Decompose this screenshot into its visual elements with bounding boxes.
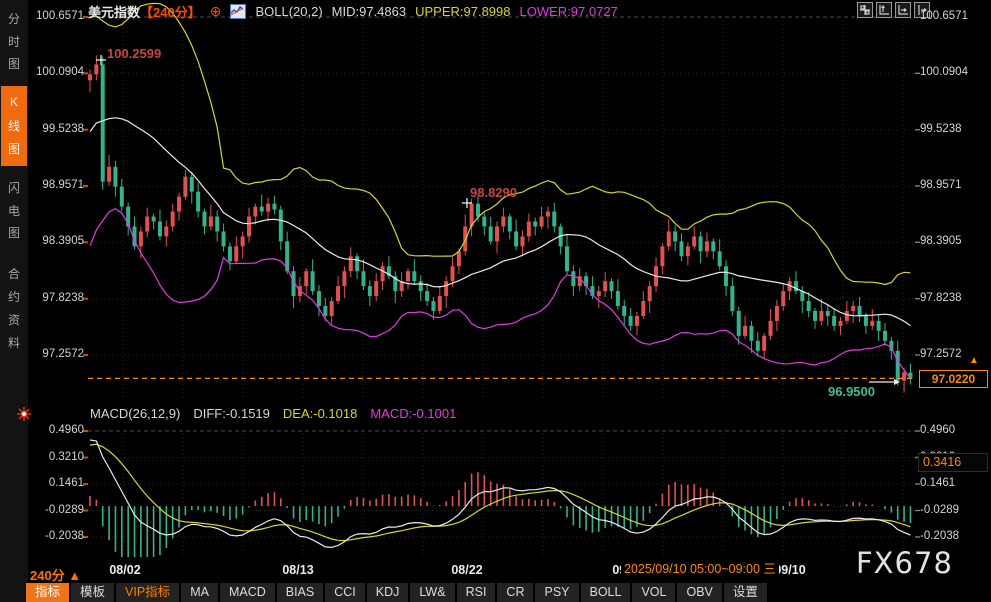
- zoom-x-axis-icon[interactable]: [895, 2, 911, 18]
- macd-tick-label: -0.2038: [26, 530, 84, 542]
- sidebar-tab-1[interactable]: 分时图: [1, 4, 27, 80]
- macd-tick-label: -0.0289: [26, 504, 84, 516]
- price-tick-label: 99.5238: [920, 123, 990, 135]
- toolbar-item-OBV[interactable]: OBV: [677, 583, 721, 602]
- symbol-name: 美元指数【240分】: [88, 2, 201, 21]
- sidebar-tab-char: 合: [8, 268, 20, 281]
- sidebar-tab-4[interactable]: 合约资料: [1, 258, 27, 360]
- toolbar-item-BOLL[interactable]: BOLL: [581, 583, 631, 602]
- toolbar-item-BIAS[interactable]: BIAS: [277, 583, 324, 602]
- macd-name: MACD(26,12,9): [90, 406, 180, 421]
- add-compare-icon[interactable]: ⊕: [210, 4, 222, 18]
- toolbar-item-CCI[interactable]: CCI: [325, 583, 365, 602]
- boll-mid-value: MID:97.4863: [332, 4, 406, 19]
- chart-canvas: [0, 0, 991, 602]
- macd-tick-label: 0.4960: [920, 424, 990, 436]
- sidebar-tab-char: 资: [8, 314, 20, 327]
- sidebar-tab-char: 闪: [8, 182, 20, 195]
- sidebar-tab-char: 图: [8, 58, 20, 71]
- price-tick-label: 97.2572: [920, 348, 990, 360]
- bottom-toolbar: 指标模板VIP指标MAMACDBIASCCIKDJLW&RSICRPSYBOLL…: [26, 583, 767, 602]
- toolbar-item-模板[interactable]: 模板: [71, 583, 114, 602]
- sidebar-tab-char: 分: [8, 13, 20, 26]
- toolbar-item-指标[interactable]: 指标: [26, 583, 69, 602]
- period-label: 【240分】: [140, 5, 201, 20]
- price-tick-label: 97.8238: [26, 292, 84, 304]
- price-tick-label: 100.6571: [26, 10, 84, 22]
- macd-cursor-value-box: 0.3416: [918, 453, 988, 472]
- toolbar-item-KDJ[interactable]: KDJ: [367, 583, 409, 602]
- watermark: FX678: [856, 546, 953, 580]
- sidebar-tab-2[interactable]: K线图: [1, 86, 27, 166]
- toolbar-item-RSI[interactable]: RSI: [457, 583, 496, 602]
- price-tick-label: 99.5238: [26, 123, 84, 135]
- zoom-y-axis-icon[interactable]: [876, 2, 892, 18]
- sidebar-tab-char: 时: [8, 36, 20, 49]
- date-label: 08/22: [427, 563, 507, 577]
- period-selector[interactable]: 240分 ▲: [30, 565, 81, 584]
- move-crosshair-icon[interactable]: [857, 2, 873, 18]
- toolbar-item-MA[interactable]: MA: [181, 583, 218, 602]
- price-tick-label: 100.6571: [920, 10, 990, 22]
- toolbar-item-设置[interactable]: 设置: [724, 583, 767, 602]
- sidebar-tab-char: 图: [8, 143, 20, 156]
- macd-diff-value: DIFF:-0.1519: [193, 406, 270, 421]
- indicator-settings-icon[interactable]: [17, 407, 31, 421]
- chart-header: 美元指数【240分】 ⊕ BOLL(20,2) MID:97.4863 UPPE…: [88, 3, 618, 19]
- price-tick-label: 98.9571: [26, 179, 84, 191]
- boll-indicator-label: BOLL(20,2): [255, 4, 322, 19]
- boll-lower-value: LOWER:97.0727: [520, 4, 618, 19]
- date-label: 08/02: [85, 563, 165, 577]
- price-tick-label: 98.3905: [26, 235, 84, 247]
- mini-chart-icon[interactable]: [230, 4, 246, 19]
- price-tick-label: 100.0904: [920, 66, 990, 78]
- swing-high-annotation: 100.2599: [107, 46, 161, 61]
- macd-tick-label: 0.4960: [26, 424, 84, 436]
- last-price-arrow-icon: ▲: [969, 355, 979, 366]
- price-tick-label: 100.0904: [26, 66, 84, 78]
- last-price-box: 97.0220: [919, 370, 988, 388]
- date-label: 08/13: [258, 563, 338, 577]
- toolbar-item-VIP指标[interactable]: VIP指标: [116, 583, 179, 602]
- sidebar-tab-3[interactable]: 闪电图: [1, 172, 27, 250]
- macd-tick-label: 0.1461: [26, 477, 84, 489]
- macd-header: MACD(26,12,9) DIFF:-0.1519 DEA:-0.1018 M…: [90, 406, 456, 421]
- sidebar-tab-char: 线: [8, 120, 20, 133]
- swing-low-annotation: 96.9500: [828, 384, 875, 399]
- toolbar-item-PSY[interactable]: PSY: [535, 583, 578, 602]
- boll-upper-value: UPPER:97.8998: [415, 4, 510, 19]
- toolbar-item-MACD[interactable]: MACD: [220, 583, 275, 602]
- toolbar-item-LW&[interactable]: LW&: [410, 583, 454, 602]
- toolbar-item-CR[interactable]: CR: [497, 583, 533, 602]
- sidebar-tab-char: 约: [8, 291, 20, 304]
- sidebar-tab-char: 电: [8, 205, 20, 218]
- local-high-annotation: 98.8290: [470, 185, 517, 200]
- macd-tick-label: 0.3210: [26, 451, 84, 463]
- sidebar-tab-char: 图: [8, 227, 20, 240]
- sidebar: 分时图K线图闪电图合约资料: [0, 0, 28, 602]
- macd-tick-label: -0.0289: [920, 504, 990, 516]
- macd-dea-value: DEA:-0.1018: [283, 406, 357, 421]
- sidebar-tab-char: 料: [8, 337, 20, 350]
- price-tick-label: 98.3905: [920, 235, 990, 247]
- macd-macd-value: MACD:-0.1001: [370, 406, 456, 421]
- macd-tick-label: -0.2038: [920, 530, 990, 542]
- price-tick-label: 97.8238: [920, 292, 990, 304]
- time-tooltip: 2025/09/10 05:00~09:00 三: [621, 561, 779, 578]
- sidebar-tab-char: K: [10, 96, 18, 109]
- macd-tick-label: 0.1461: [920, 477, 990, 489]
- trading-app: 分时图K线图闪电图合约资料 美元指数【240分】 ⊕ BOLL(20,2) MI…: [0, 0, 991, 602]
- symbol-label: 美元指数: [88, 5, 140, 20]
- price-tick-label: 97.2572: [26, 348, 84, 360]
- toolbar-item-VOL[interactable]: VOL: [632, 583, 675, 602]
- price-tick-label: 98.9571: [920, 179, 990, 191]
